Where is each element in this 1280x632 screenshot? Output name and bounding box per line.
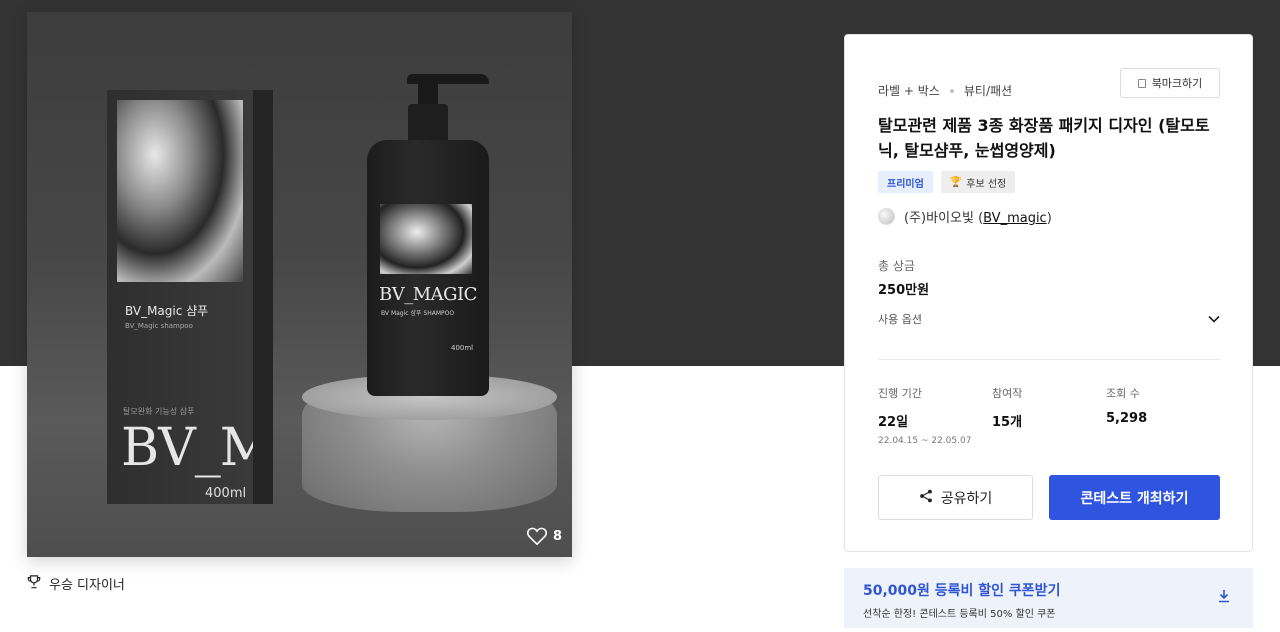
subcategory-link[interactable]: 뷰티/패션 xyxy=(964,82,1012,99)
download-icon[interactable] xyxy=(1217,588,1231,607)
box-marble-artwork xyxy=(117,100,243,282)
trophy-icon xyxy=(27,574,41,593)
host-name: (주)바이오빛 (BV_magic) xyxy=(904,207,1052,226)
period-label: 진행 기간 xyxy=(878,387,922,400)
section-divider xyxy=(878,359,1220,360)
coupon-subtitle: 선착순 한정! 콘테스트 등록비 50% 할인 쿠폰 xyxy=(863,609,1056,620)
stat-participants: 참여작 15개 xyxy=(992,385,1022,430)
participants-label: 참여작 xyxy=(992,387,1023,400)
category-breadcrumb: 라벨 + 박스 뷰티/패션 xyxy=(878,82,1012,99)
host-name-prefix: (주)바이오빛 ( xyxy=(904,211,984,226)
stat-views: 조회 수 5,298 xyxy=(1106,385,1147,426)
breadcrumb-separator xyxy=(949,88,954,93)
prize-label: 총 상금 xyxy=(878,259,915,273)
views-value: 5,298 xyxy=(1106,411,1148,426)
host-contest-button[interactable]: 콘테스트 개최하기 xyxy=(1049,475,1220,520)
shampoo-bottle: BV_MAGIC BV Magic 샴푸 SHAMPOO 400ml xyxy=(367,140,489,396)
category-link[interactable]: 라벨 + 박스 xyxy=(878,82,940,99)
product-box: BV_Magic 샴푸 BV_Magic shampoo 탈모완화 기능성 샴푸… xyxy=(107,90,273,504)
host-avatar xyxy=(878,208,895,225)
prize-value: 250만원 xyxy=(878,283,930,298)
views-label: 조회 수 xyxy=(1106,387,1140,400)
coupon-text: 50,000원 등록비 할인 쿠폰받기 선착순 한정! 콘테스트 등록비 50%… xyxy=(863,580,1060,620)
box-subtitle: BV_Magic shampoo xyxy=(125,322,193,330)
contest-title: 탈모관련 제품 3종 화장품 패키지 디자인 (탈모토닉, 탈모샴푸, 눈썹영양… xyxy=(878,116,1210,160)
contest-info-panel: 라벨 + 박스 뷰티/패션 북마크하기 탈모관련 제품 3종 화장품 패키지 디… xyxy=(844,34,1253,552)
share-icon xyxy=(919,489,933,507)
period-range: 22.04.15 ~ 22.05.07 xyxy=(878,436,972,446)
product-box-side xyxy=(253,90,273,504)
candidate-badge-label: 후보 선정 xyxy=(966,178,1007,190)
box-title: BV_Magic 샴푸 xyxy=(125,304,209,318)
like-count: 8 xyxy=(552,528,562,544)
box-small-text: 탈모완화 기능성 샴푸 xyxy=(123,407,195,416)
winner-label: 우승 디자이너 xyxy=(49,578,125,593)
trophy-icon: 🏆 xyxy=(949,176,963,188)
bottle-volume: 400ml xyxy=(451,344,474,352)
bottle-brand: BV_MAGIC xyxy=(379,284,477,305)
options-dropdown[interactable]: 사용 옵션 xyxy=(878,311,1220,327)
coupon-banner[interactable]: 50,000원 등록비 할인 쿠폰받기 선착순 한정! 콘테스트 등록비 50%… xyxy=(844,568,1253,628)
heart-icon xyxy=(526,527,547,545)
stat-period: 진행 기간 22일 22.04.15 ~ 22.05.07 xyxy=(878,385,971,446)
bookmark-button[interactable]: 북마크하기 xyxy=(1120,68,1220,98)
host-profile-link[interactable]: BV_magic xyxy=(983,211,1047,226)
bottle-marble-label xyxy=(380,204,472,274)
share-button[interactable]: 공유하기 xyxy=(878,475,1033,520)
share-label: 공유하기 xyxy=(940,490,993,507)
box-brand-large: BV_M xyxy=(121,418,273,478)
options-label: 사용 옵션 xyxy=(878,313,922,326)
candidate-badge: 🏆 후보 선정 xyxy=(940,171,1016,193)
premium-badge: 프리미엄 xyxy=(878,171,933,193)
like-button[interactable]: 8 xyxy=(526,527,562,545)
bookmark-icon xyxy=(1137,78,1146,88)
participants-value: 15개 xyxy=(992,415,1023,430)
box-volume: 400ml xyxy=(205,486,247,501)
contest-hero-image[interactable]: BV_Magic 샴푸 BV_Magic shampoo 탈모완화 기능성 샴푸… xyxy=(27,12,572,557)
winner-designer: 우승 디자이너 xyxy=(27,574,125,593)
badge-group: 프리미엄 🏆 후보 선정 xyxy=(878,171,1016,193)
bottle-subline: BV Magic 샴푸 SHAMPOO xyxy=(381,310,455,317)
chevron-down-icon xyxy=(1208,313,1220,326)
bookmark-label: 북마크하기 xyxy=(1151,77,1203,90)
bottle-neck xyxy=(408,104,448,144)
period-value: 22일 xyxy=(878,415,909,430)
host-name-suffix: ) xyxy=(1046,211,1052,226)
host-info: (주)바이오빛 (BV_magic) xyxy=(878,207,1052,226)
coupon-title: 50,000원 등록비 할인 쿠폰받기 xyxy=(863,583,1061,599)
pump-stem xyxy=(418,76,438,106)
